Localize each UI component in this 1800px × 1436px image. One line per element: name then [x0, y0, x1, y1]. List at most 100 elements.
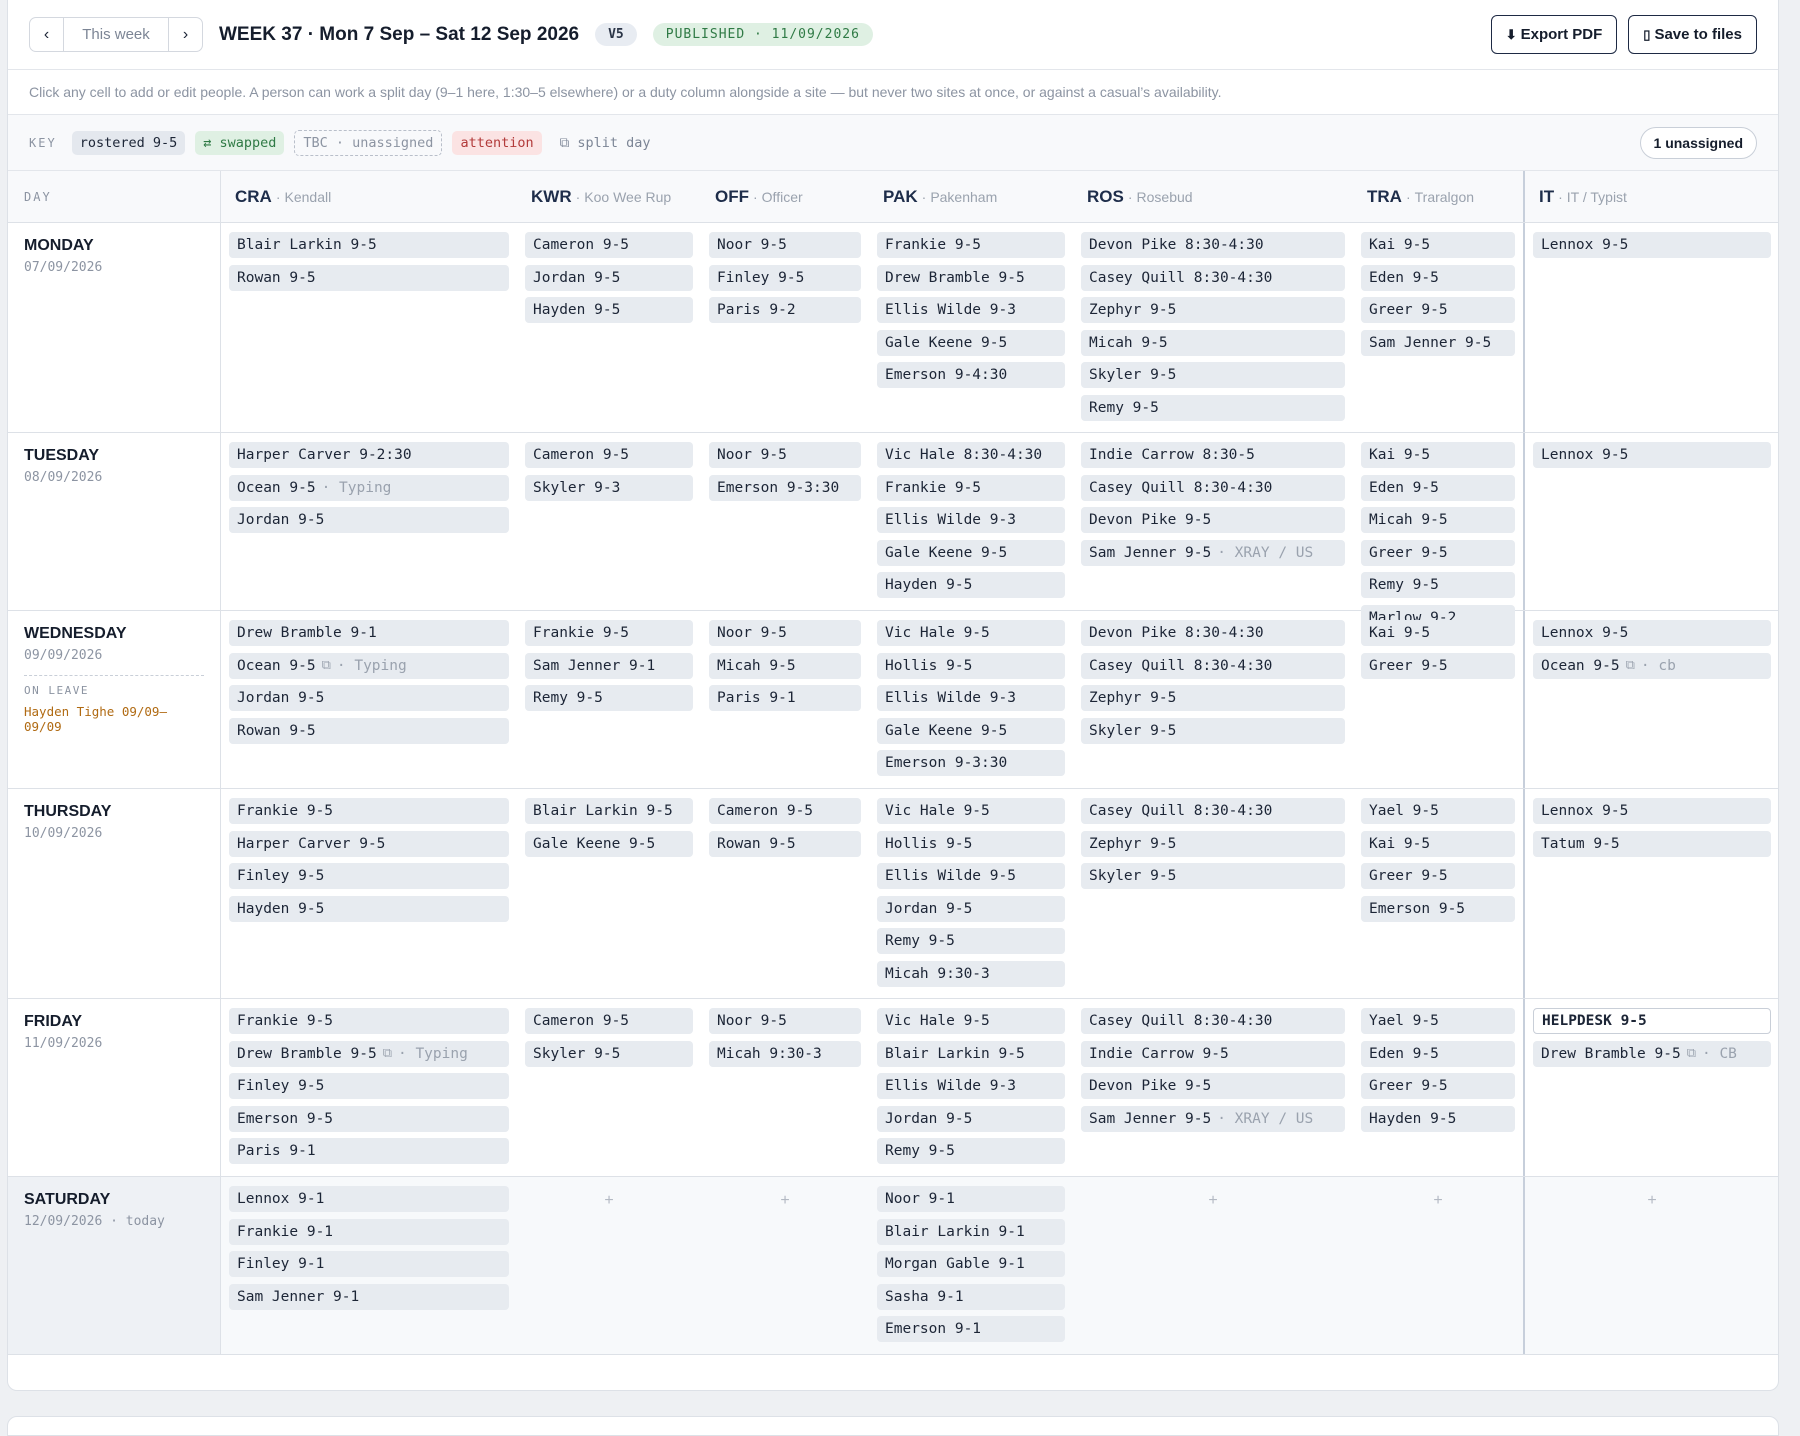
- shift-chip[interactable]: Rowan 9-5: [229, 264, 509, 291]
- this-week-button[interactable]: This week: [63, 18, 169, 51]
- shift-chip[interactable]: Ocean 9-5 · Typing: [229, 474, 509, 501]
- shift-chip[interactable]: Sam Jenner 9-5 · XRAY / US: [1081, 539, 1345, 566]
- roster-cell-off[interactable]: Noor 9-5 Emerson 9-3:30: [701, 433, 869, 610]
- roster-cell-it[interactable]: Lennox 9-5: [1525, 433, 1778, 610]
- shift-chip[interactable]: Micah 9-5: [709, 652, 861, 679]
- prev-week-button[interactable]: ‹: [30, 18, 63, 51]
- shift-chip[interactable]: Remy 9-5: [877, 928, 1065, 954]
- save-to-files-button[interactable]: ▯ Save to files: [1628, 15, 1757, 54]
- shift-chip[interactable]: Hayden 9-5: [877, 572, 1065, 598]
- shift-chip[interactable]: Hayden 9-5: [525, 297, 693, 323]
- roster-cell-cra[interactable]: Harper Carver 9-2:30 Ocean 9-5 · Typing Jor…: [221, 433, 517, 610]
- roster-cell-it[interactable]: Lennox 9-5 Tatum 9-5: [1525, 789, 1778, 998]
- roster-cell-it[interactable]: Lennox 9-5 Ocean 9-5 ⧉ · cb: [1525, 611, 1778, 788]
- roster-cell-off[interactable]: +: [701, 1177, 869, 1354]
- shift-chip[interactable]: Noor 9-5: [709, 1008, 861, 1034]
- shift-chip[interactable]: Zephyr 9-5: [1081, 685, 1345, 711]
- shift-chip[interactable]: Emerson 9-5: [229, 1105, 509, 1132]
- shift-chip[interactable]: Greer 9-5: [1361, 652, 1515, 679]
- roster-cell-it[interactable]: Lennox 9-5: [1525, 223, 1778, 432]
- shift-chip[interactable]: Finley 9-5: [229, 1073, 509, 1099]
- shift-chip[interactable]: Sam Jenner 9-1: [525, 652, 693, 679]
- roster-cell-ros[interactable]: Devon Pike 8:30-4:30 Casey Quill 8:30-4:3…: [1073, 223, 1353, 432]
- shift-chip[interactable]: Casey Quill 8:30-4:30: [1081, 798, 1345, 824]
- roster-cell-it[interactable]: +: [1525, 1177, 1778, 1354]
- shift-chip[interactable]: Rowan 9-5: [229, 717, 509, 744]
- shift-chip[interactable]: Remy 9-5: [1081, 394, 1345, 421]
- shift-chip[interactable]: Rowan 9-5: [709, 830, 861, 857]
- shift-chip[interactable]: Sasha 9-1: [877, 1283, 1065, 1310]
- shift-chip[interactable]: Devon Pike 9-5: [1081, 507, 1345, 533]
- roster-cell-off[interactable]: Noor 9-5 Micah 9:30-3: [701, 999, 869, 1176]
- shift-chip[interactable]: Frankie 9-5: [877, 232, 1065, 258]
- roster-cell-ros[interactable]: Indie Carrow 8:30-5 Casey Quill 8:30-4:30…: [1073, 433, 1353, 610]
- shift-chip[interactable]: Indie Carrow 8:30-5: [1081, 442, 1345, 468]
- roster-cell-pak[interactable]: Frankie 9-5 Drew Bramble 9-5 Ellis Wilde 9…: [869, 223, 1073, 432]
- shift-chip[interactable]: Zephyr 9-5: [1081, 297, 1345, 323]
- shift-chip[interactable]: Skyler 9-5: [1081, 863, 1345, 889]
- shift-chip[interactable]: Frankie 9-5: [229, 798, 509, 824]
- roster-cell-pak[interactable]: Vic Hale 8:30-4:30 Frankie 9-5 Ellis Wilde…: [869, 433, 1073, 610]
- add-person-icon[interactable]: +: [525, 1192, 693, 1210]
- add-person-icon[interactable]: +: [709, 1192, 861, 1210]
- shift-chip[interactable]: Micah 9:30-3: [709, 1040, 861, 1067]
- shift-chip[interactable]: Ellis Wilde 9-3: [877, 685, 1065, 711]
- shift-chip[interactable]: Finley 9-5: [229, 863, 509, 889]
- shift-chip[interactable]: Vic Hale 9-5: [877, 1008, 1065, 1034]
- shift-chip[interactable]: Remy 9-5: [525, 685, 693, 711]
- shift-chip[interactable]: Gale Keene 9-5: [877, 539, 1065, 566]
- roster-cell-kwr[interactable]: Cameron 9-5 Jordan 9-5 Hayden 9-5: [517, 223, 701, 432]
- shift-chip[interactable]: Noor 9-1: [877, 1186, 1065, 1212]
- roster-cell-cra[interactable]: Blair Larkin 9-5 Rowan 9-5: [221, 223, 517, 432]
- roster-cell-pak[interactable]: Vic Hale 9-5 Hollis 9-5 Ellis Wilde 9-3 Gal…: [869, 611, 1073, 788]
- roster-cell-tra[interactable]: Kai 9-5 Eden 9-5 Greer 9-5 Sam Jenner 9-5: [1353, 223, 1525, 432]
- roster-cell-off[interactable]: Noor 9-5 Finley 9-5 Paris 9-2: [701, 223, 869, 432]
- roster-cell-ros[interactable]: +: [1073, 1177, 1353, 1354]
- shift-chip[interactable]: Skyler 9-3: [525, 474, 693, 501]
- shift-chip[interactable]: Frankie 9-5: [877, 474, 1065, 501]
- shift-chip[interactable]: Casey Quill 8:30-4:30: [1081, 474, 1345, 501]
- shift-chip[interactable]: Kai 9-5: [1361, 232, 1515, 258]
- shift-chip[interactable]: Skyler 9-5: [1081, 362, 1345, 388]
- roster-cell-cra[interactable]: Frankie 9-5 Drew Bramble 9-5 ⧉ · Typing Finl…: [221, 999, 517, 1176]
- shift-chip[interactable]: Ocean 9-5 ⧉ · cb: [1533, 652, 1771, 679]
- shift-chip[interactable]: Yael 9-5: [1361, 1008, 1515, 1034]
- shift-chip[interactable]: Devon Pike 8:30-4:30: [1081, 620, 1345, 646]
- shift-chip[interactable]: Sam Jenner 9-5 · XRAY / US: [1081, 1105, 1345, 1132]
- shift-chip[interactable]: Lennox 9-5: [1533, 442, 1771, 468]
- shift-chip[interactable]: Remy 9-5: [1361, 572, 1515, 598]
- shift-chip[interactable]: Paris 9-1: [709, 685, 861, 711]
- shift-chip[interactable]: Emerson 9-3:30: [877, 750, 1065, 776]
- shift-chip[interactable]: Cameron 9-5: [525, 232, 693, 258]
- shift-chip[interactable]: Jordan 9-5: [877, 895, 1065, 922]
- shift-chip[interactable]: Emerson 9-1: [877, 1316, 1065, 1342]
- shift-chip[interactable]: Drew Bramble 9-5 ⧉ · Typing: [229, 1040, 509, 1067]
- roster-cell-tra[interactable]: +: [1353, 1177, 1525, 1354]
- shift-chip[interactable]: Hollis 9-5: [877, 830, 1065, 857]
- shift-chip[interactable]: Blair Larkin 9-5: [877, 1040, 1065, 1067]
- shift-chip[interactable]: Jordan 9-5: [525, 264, 693, 291]
- roster-cell-pak[interactable]: Vic Hale 9-5 Hollis 9-5 Ellis Wilde 9-5 Jor…: [869, 789, 1073, 998]
- shift-chip[interactable]: HELPDESK 9-5: [1533, 1008, 1771, 1034]
- shift-chip[interactable]: Sam Jenner 9-1: [229, 1283, 509, 1310]
- shift-chip[interactable]: Remy 9-5: [877, 1138, 1065, 1164]
- shift-chip[interactable]: Skyler 9-5: [1081, 717, 1345, 744]
- unassigned-button[interactable]: 1 unassigned: [1639, 126, 1757, 159]
- roster-cell-ros[interactable]: Casey Quill 8:30-4:30 Zephyr 9-5 Skyler 9-…: [1073, 789, 1353, 998]
- shift-chip[interactable]: Eden 9-5: [1361, 264, 1515, 291]
- shift-chip[interactable]: Emerson 9-3:30: [709, 474, 861, 501]
- roster-cell-off[interactable]: Noor 9-5 Micah 9-5 Paris 9-1: [701, 611, 869, 788]
- roster-cell-cra[interactable]: Frankie 9-5 Harper Carver 9-5 Finley 9-5 Ha…: [221, 789, 517, 998]
- shift-chip[interactable]: Finley 9-1: [229, 1251, 509, 1277]
- roster-cell-tra[interactable]: Kai 9-5 Greer 9-5: [1353, 611, 1525, 788]
- shift-chip[interactable]: Zephyr 9-5: [1081, 830, 1345, 857]
- shift-chip[interactable]: Micah 9-5: [1081, 329, 1345, 356]
- shift-chip[interactable]: Ellis Wilde 9-3: [877, 1073, 1065, 1099]
- shift-chip[interactable]: Noor 9-5: [709, 442, 861, 468]
- shift-chip[interactable]: Vic Hale 8:30-4:30: [877, 442, 1065, 468]
- shift-chip[interactable]: Lennox 9-5: [1533, 798, 1771, 824]
- roster-cell-kwr[interactable]: +: [517, 1177, 701, 1354]
- add-person-icon[interactable]: +: [1361, 1192, 1515, 1210]
- export-pdf-button[interactable]: ⬇ Export PDF: [1490, 15, 1618, 54]
- shift-chip[interactable]: Blair Larkin 9-5: [229, 232, 509, 258]
